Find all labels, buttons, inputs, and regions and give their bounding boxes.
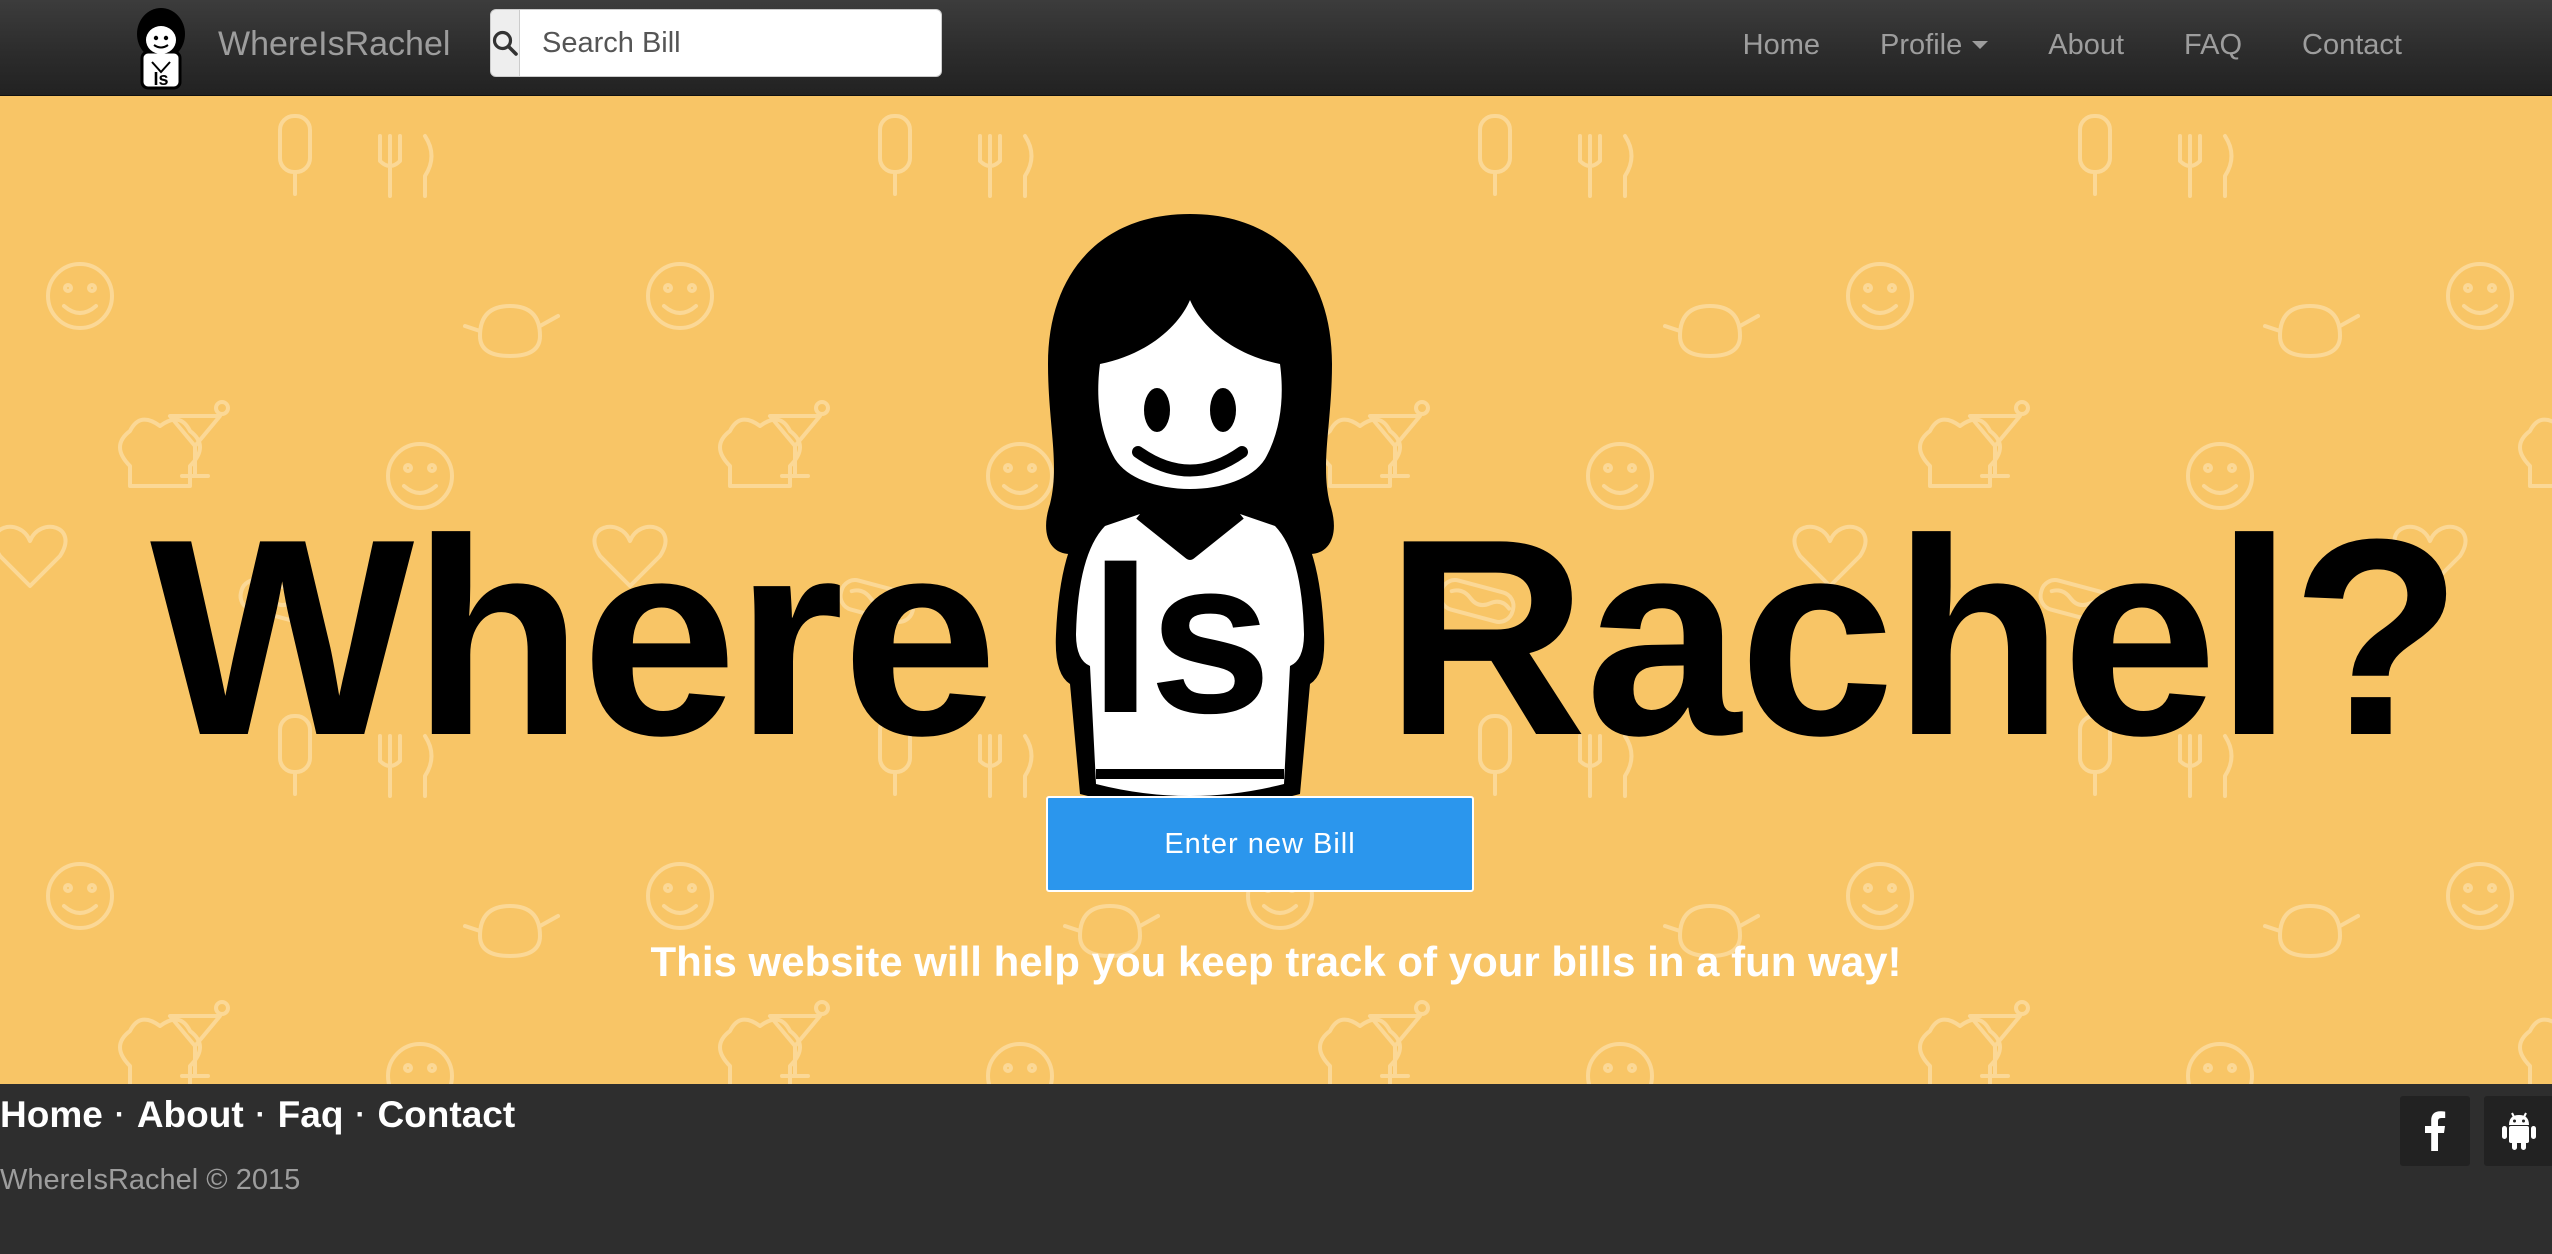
facebook-button[interactable]: [2400, 1096, 2470, 1166]
svg-text:Is: Is: [153, 69, 168, 89]
nav-link-label: Home: [1742, 28, 1821, 61]
nav-link-faq[interactable]: FAQ: [2184, 29, 2242, 62]
footer-nav: Home · About · Faq · Contact: [0, 1094, 515, 1136]
footer-link-contact[interactable]: Contact: [377, 1094, 515, 1136]
footer-link-home[interactable]: Home: [0, 1094, 103, 1136]
enter-new-bill-button[interactable]: Enter new Bill: [1046, 796, 1474, 892]
hero-banner: Where Is Rachel? Enter new Bill This web…: [0, 96, 2552, 1084]
hero-title-rachel: Rachel?: [1385, 482, 2462, 794]
nav-menu: Home Profile About FAQ Contact: [1683, 0, 2402, 90]
top-navbar: Is WhereIsRachel Home Profile About FAQ …: [0, 0, 2552, 96]
footer-separator: ·: [114, 1098, 125, 1131]
footer-separator: ·: [355, 1098, 366, 1131]
nav-link-label: Profile: [1880, 28, 1963, 61]
hero-title-where: Where: [150, 482, 998, 794]
footer-link-faq[interactable]: Faq: [278, 1094, 344, 1136]
nav-link-label: Contact: [2302, 28, 2402, 61]
nav-link-label: FAQ: [2184, 28, 2243, 61]
nav-link-contact[interactable]: Contact: [2302, 29, 2402, 62]
caret-down-icon: [1972, 41, 1989, 49]
brand-name[interactable]: WhereIsRachel: [218, 22, 450, 66]
copyright-text: WhereIsRachel © 2015: [0, 1164, 301, 1196]
search-icon: [492, 30, 518, 56]
android-icon: [2502, 1112, 2536, 1150]
search-button[interactable]: [490, 9, 520, 77]
facebook-icon: [2425, 1111, 2446, 1151]
nav-link-label: About: [2048, 28, 2125, 61]
site-footer: Home · About · Faq · Contact WhereIsRach…: [0, 1084, 2552, 1254]
android-button[interactable]: [2484, 1096, 2552, 1166]
hero-title-is: Is: [1090, 513, 1271, 759]
footer-link-about[interactable]: About: [137, 1094, 244, 1136]
footer-separator: ·: [255, 1098, 266, 1131]
nav-link-about[interactable]: About: [2048, 29, 2124, 62]
search-input[interactable]: [520, 9, 942, 77]
nav-link-home[interactable]: Home: [1743, 29, 1820, 62]
brand-logo-icon[interactable]: Is: [130, 6, 192, 90]
search-bar: [490, 9, 942, 77]
nav-link-profile-dropdown[interactable]: Profile: [1880, 28, 1989, 62]
hero-tagline: This website will help you keep track of…: [650, 938, 1902, 985]
